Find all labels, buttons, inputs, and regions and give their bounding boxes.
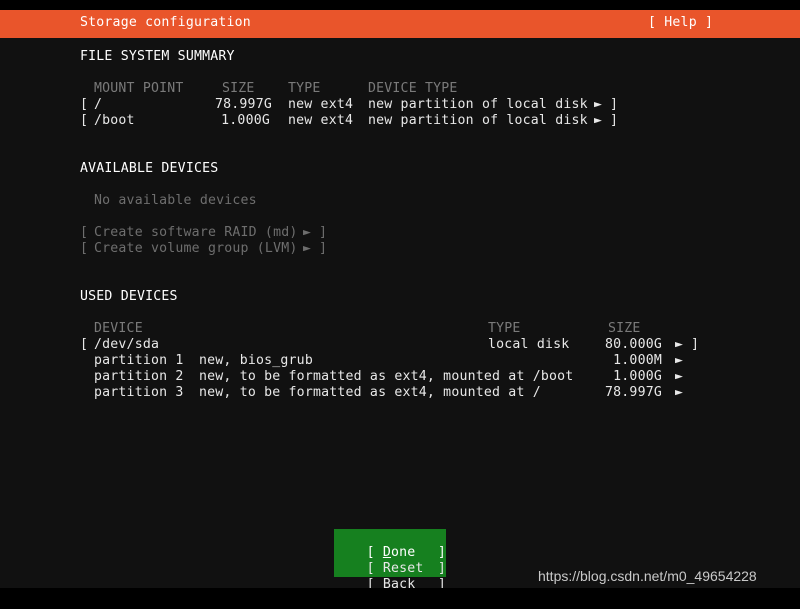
device-type-value: new partition of local disk	[368, 97, 588, 112]
partition-description: new, to be formatted as ext4, mounted at…	[199, 369, 574, 384]
partition-size: 1.000G	[613, 369, 662, 384]
expand-arrow-icon[interactable]: ►	[594, 113, 602, 129]
expand-arrow-icon[interactable]: ►	[675, 337, 683, 353]
mount-point-value: /boot	[94, 113, 135, 128]
expand-arrow-icon[interactable]: ►	[675, 353, 683, 369]
column-header-device: DEVICE	[94, 321, 143, 336]
no-available-devices-message: No available devices	[94, 193, 257, 208]
expand-arrow-icon[interactable]: ►	[675, 369, 683, 385]
mount-point-value: /	[94, 97, 103, 112]
device-type-value: local disk	[488, 337, 570, 352]
type-value: new ext4	[288, 97, 354, 112]
action-open-bracket: [	[80, 241, 89, 256]
device-type-value: new partition of local disk	[368, 113, 588, 128]
row-open-bracket: [	[80, 97, 89, 112]
device-size-value: 80.000G	[605, 337, 662, 352]
partition-name: partition 1	[94, 353, 184, 368]
expand-arrow-icon[interactable]: ►	[303, 225, 311, 241]
type-value: new ext4	[288, 113, 354, 128]
filesystem-summary-heading: FILE SYSTEM SUMMARY	[80, 49, 235, 64]
row-open-bracket: [	[80, 337, 89, 352]
help-button[interactable]: [ Help ]	[648, 15, 713, 31]
page-title: Storage configuration	[80, 15, 251, 30]
column-header-device-type: DEVICE TYPE	[368, 81, 458, 96]
action-open-bracket: [	[80, 225, 89, 240]
row-open-bracket: [	[80, 113, 89, 128]
size-value: 78.997G	[215, 97, 272, 112]
partition-name: partition 2	[94, 369, 184, 384]
action-close-bracket: ]	[319, 225, 328, 240]
expand-arrow-icon[interactable]: ►	[675, 385, 683, 401]
expand-arrow-icon[interactable]: ►	[594, 97, 602, 113]
create-raid-label: Create software RAID (md)	[94, 225, 298, 240]
used-devices-heading: USED DEVICES	[80, 289, 178, 304]
back-button[interactable]: [ Back]	[334, 561, 446, 609]
column-header-size: SIZE	[222, 81, 255, 96]
partition-description: new, bios_grub	[199, 353, 313, 368]
column-header-size: SIZE	[608, 321, 641, 336]
column-header-mount-point: MOUNT POINT	[94, 81, 184, 96]
partition-size: 1.000M	[613, 353, 662, 368]
row-close-bracket: ]	[610, 113, 619, 128]
size-value: 1.000G	[221, 113, 270, 128]
installer-screen: Storage configuration [ Help ] FILE SYST…	[0, 0, 800, 600]
expand-arrow-icon[interactable]: ►	[303, 241, 311, 257]
column-header-type: TYPE	[288, 81, 321, 96]
row-close-bracket: ]	[691, 337, 700, 352]
partition-name: partition 3	[94, 385, 184, 400]
column-header-type: TYPE	[488, 321, 521, 336]
create-lvm-label: Create volume group (LVM)	[94, 241, 298, 256]
watermark: https://blog.csdn.net/m0_49654228	[538, 568, 757, 584]
row-close-bracket: ]	[610, 97, 619, 112]
device-name-value: /dev/sda	[94, 337, 160, 352]
letterbox-top	[0, 0, 800, 10]
action-close-bracket: ]	[319, 241, 328, 256]
header-bar: Storage configuration [ Help ]	[0, 10, 800, 38]
available-devices-heading: AVAILABLE DEVICES	[80, 161, 219, 176]
letterbox-bottom	[0, 588, 800, 600]
partition-description: new, to be formatted as ext4, mounted at…	[199, 385, 541, 400]
partition-size: 78.997G	[605, 385, 662, 400]
